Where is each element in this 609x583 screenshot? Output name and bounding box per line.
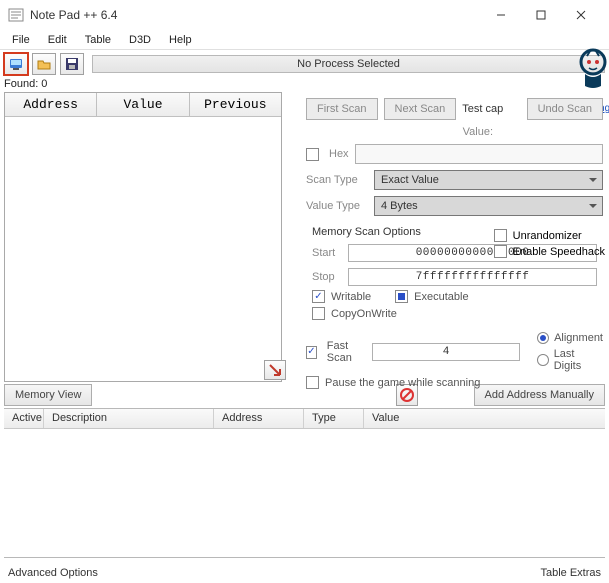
menu-help[interactable]: Help <box>161 32 200 48</box>
testcap-label: Test cap <box>462 103 503 115</box>
valtype-combo[interactable]: 4 Bytes <box>374 196 603 216</box>
bottom-bar: Advanced Options Table Extras <box>4 565 605 581</box>
speedhack-checkbox[interactable] <box>494 245 507 258</box>
speedhack-label: Enable Speedhack <box>513 246 605 258</box>
pause-checkbox[interactable] <box>306 376 319 389</box>
th-desc[interactable]: Description <box>44 409 214 428</box>
writable-checkbox[interactable] <box>312 290 325 303</box>
cow-label: CopyOnWrite <box>331 308 397 320</box>
menu-table[interactable]: Table <box>77 32 119 48</box>
menu-file[interactable]: File <box>4 32 38 48</box>
advanced-options-link[interactable]: Advanced Options <box>4 565 102 581</box>
start-label: Start <box>312 247 342 259</box>
value-label: Value: <box>463 126 493 138</box>
titlebar: Note Pad ++ 6.4 <box>0 0 609 30</box>
fastscan-input[interactable] <box>372 343 520 361</box>
valtype-label: Value Type <box>306 200 368 212</box>
maximize-button[interactable] <box>521 1 561 29</box>
col-address[interactable]: Address <box>5 93 97 116</box>
results-list[interactable]: Address Value Previous <box>4 92 282 382</box>
writable-label: Writable <box>331 291 371 303</box>
close-button[interactable] <box>561 1 601 29</box>
memory-view-button[interactable]: Memory View <box>4 384 92 406</box>
th-type[interactable]: Type <box>304 409 364 428</box>
toolbar: No Process Selected <box>0 50 609 78</box>
scantype-value: Exact Value <box>381 174 439 186</box>
no-process-label: No Process Selected <box>297 58 400 70</box>
unrandomizer-label: Unrandomizer <box>513 230 582 242</box>
alignment-label: Alignment <box>554 332 603 344</box>
col-previous[interactable]: Previous <box>190 93 281 116</box>
window-title: Note Pad ++ 6.4 <box>30 8 481 22</box>
cow-checkbox[interactable] <box>312 307 325 320</box>
fastscan-checkbox[interactable] <box>306 346 317 359</box>
app-icon <box>8 7 24 23</box>
hex-label: Hex <box>329 148 349 160</box>
executable-checkbox[interactable] <box>395 290 408 303</box>
next-scan-button[interactable]: Next Scan <box>384 98 457 120</box>
th-val[interactable]: Value <box>364 409 605 428</box>
alignment-radio[interactable] <box>537 332 549 344</box>
undo-scan-button[interactable]: Undo Scan <box>527 98 603 120</box>
fastscan-label: Fast Scan <box>327 340 367 364</box>
right-options: Unrandomizer Enable Speedhack <box>494 226 605 258</box>
first-scan-button[interactable]: First Scan <box>306 98 378 120</box>
th-active[interactable]: Active <box>4 409 44 428</box>
stop-label: Stop <box>312 271 342 283</box>
table-header: Active Description Address Type Value <box>4 409 605 429</box>
unrandomizer-checkbox[interactable] <box>494 229 507 242</box>
minimize-button[interactable] <box>481 1 521 29</box>
th-addr[interactable]: Address <box>214 409 304 428</box>
valtype-value: 4 Bytes <box>381 200 418 212</box>
found-label: Found: 0 <box>0 78 609 92</box>
col-value[interactable]: Value <box>97 93 189 116</box>
scantype-label: Scan Type <box>306 174 368 186</box>
results-header: Address Value Previous <box>5 93 281 117</box>
open-button[interactable] <box>32 53 56 75</box>
save-button[interactable] <box>60 53 84 75</box>
select-process-button[interactable] <box>4 53 28 75</box>
scantype-combo[interactable]: Exact Value <box>374 170 603 190</box>
menu-d3d[interactable]: D3D <box>121 32 159 48</box>
lastdigits-radio[interactable] <box>537 354 549 366</box>
process-bar[interactable]: No Process Selected <box>92 55 605 73</box>
executable-label: Executable <box>414 291 468 303</box>
hex-checkbox[interactable] <box>306 148 319 161</box>
table-extras-link[interactable]: Table Extras <box>536 565 605 581</box>
menubar: File Edit Table D3D Help <box>0 30 609 50</box>
value-input[interactable] <box>355 144 603 164</box>
lastdigits-label: Last Digits <box>554 348 603 372</box>
menu-edit[interactable]: Edit <box>40 32 75 48</box>
stop-input[interactable] <box>348 268 597 286</box>
address-table[interactable]: Active Description Address Type Value <box>4 408 605 558</box>
pause-label: Pause the game while scanning <box>325 377 480 389</box>
